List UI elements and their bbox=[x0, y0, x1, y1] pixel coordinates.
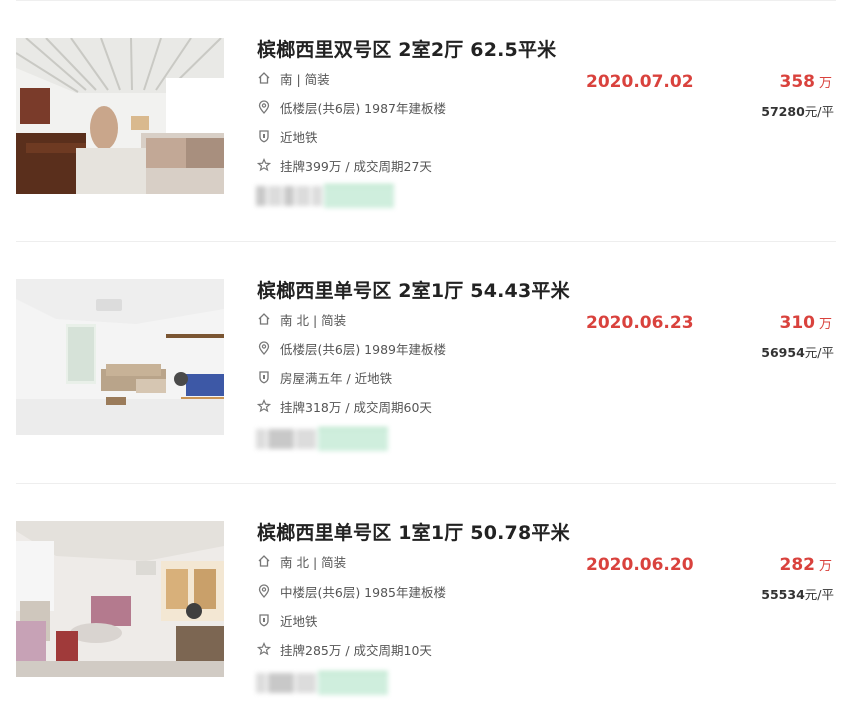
blurred-tag-area bbox=[256, 183, 416, 209]
listing-photo[interactable] bbox=[16, 38, 224, 194]
floor-text: 中楼层(共6层) 1985年建板楼 bbox=[280, 584, 446, 600]
house-icon bbox=[256, 70, 272, 86]
listing-photo[interactable] bbox=[16, 521, 224, 677]
orientation-text: 南 北 | 简装 bbox=[280, 312, 347, 328]
total-price-value: 282 bbox=[779, 555, 815, 575]
tags-row: 近地铁 bbox=[256, 611, 318, 629]
listing-card[interactable]: 槟榔西里双号区 2室2厅 62.5平米 南 | 简装 低楼层(共6层) 1987… bbox=[16, 0, 836, 242]
room-photo-image bbox=[16, 38, 224, 194]
unit-price-unit: 元/平 bbox=[804, 587, 834, 602]
star-icon bbox=[256, 398, 272, 414]
orientation-row: 南 北 | 简装 bbox=[256, 552, 346, 570]
orientation-row: 南 北 | 简装 bbox=[256, 310, 346, 328]
listing-title[interactable]: 槟榔西里单号区 1室1厅 50.78平米 bbox=[257, 518, 570, 545]
listing-title[interactable]: 槟榔西里单号区 2室1厅 54.43平米 bbox=[257, 276, 570, 303]
listing-card[interactable]: 槟榔西里单号区 1室1厅 50.78平米 南 北 | 简装 中楼层(共6层) 1… bbox=[16, 484, 836, 710]
blurred-tag-area bbox=[256, 426, 416, 452]
total-price: 282 万 bbox=[779, 555, 832, 575]
shield-icon bbox=[256, 369, 272, 385]
listing-photo[interactable] bbox=[16, 279, 224, 435]
total-price-unit: 万 bbox=[818, 317, 832, 332]
unit-price: 55534元/平 bbox=[761, 584, 834, 603]
blurred-tag-area bbox=[256, 670, 416, 696]
total-price-value: 358 bbox=[779, 72, 815, 92]
deal-date: 2020.06.23 bbox=[586, 313, 694, 333]
listing-info-text: 挂牌399万 / 成交周期27天 bbox=[280, 158, 432, 174]
total-price-unit: 万 bbox=[818, 76, 832, 91]
listing-info-text: 挂牌318万 / 成交周期60天 bbox=[280, 399, 432, 415]
unit-price: 57280元/平 bbox=[761, 101, 834, 120]
listing-title[interactable]: 槟榔西里双号区 2室2厅 62.5平米 bbox=[257, 35, 556, 62]
tags-text: 近地铁 bbox=[280, 613, 318, 629]
orientation-text: 南 北 | 简装 bbox=[280, 554, 347, 570]
listing-info-row: 挂牌318万 / 成交周期60天 bbox=[256, 397, 432, 415]
floor-row: 低楼层(共6层) 1987年建板楼 bbox=[256, 98, 446, 116]
floor-row: 低楼层(共6层) 1989年建板楼 bbox=[256, 339, 446, 357]
shield-icon bbox=[256, 612, 272, 628]
deal-date: 2020.06.20 bbox=[586, 555, 694, 575]
house-icon bbox=[256, 553, 272, 569]
total-price-unit: 万 bbox=[818, 559, 832, 574]
tags-text: 房屋满五年 / 近地铁 bbox=[280, 370, 393, 386]
total-price-value: 310 bbox=[779, 313, 815, 333]
tags-text: 近地铁 bbox=[280, 129, 318, 145]
house-icon bbox=[256, 311, 272, 327]
unit-price-unit: 元/平 bbox=[804, 104, 834, 119]
unit-price-value: 57280 bbox=[761, 104, 805, 119]
location-pin-icon bbox=[256, 340, 272, 356]
orientation-text: 南 | 简装 bbox=[280, 71, 330, 87]
unit-price-unit: 元/平 bbox=[804, 345, 834, 360]
star-icon bbox=[256, 157, 272, 173]
star-icon bbox=[256, 641, 272, 657]
listing-card[interactable]: 槟榔西里单号区 2室1厅 54.43平米 南 北 | 简装 低楼层(共6层) 1… bbox=[16, 242, 836, 484]
location-pin-icon bbox=[256, 99, 272, 115]
floor-row: 中楼层(共6层) 1985年建板楼 bbox=[256, 582, 446, 600]
orientation-row: 南 | 简装 bbox=[256, 69, 330, 87]
unit-price-value: 56954 bbox=[761, 345, 805, 360]
total-price: 358 万 bbox=[779, 72, 832, 92]
room-photo-image bbox=[16, 279, 224, 435]
room-photo-image bbox=[16, 521, 224, 677]
listing-info-row: 挂牌285万 / 成交周期10天 bbox=[256, 640, 432, 658]
tags-row: 房屋满五年 / 近地铁 bbox=[256, 368, 392, 386]
unit-price-value: 55534 bbox=[761, 587, 805, 602]
location-pin-icon bbox=[256, 583, 272, 599]
tags-row: 近地铁 bbox=[256, 127, 318, 145]
listing-info-text: 挂牌285万 / 成交周期10天 bbox=[280, 642, 432, 658]
deal-date: 2020.07.02 bbox=[586, 72, 694, 92]
unit-price: 56954元/平 bbox=[761, 342, 834, 361]
floor-text: 低楼层(共6层) 1989年建板楼 bbox=[280, 341, 446, 357]
shield-icon bbox=[256, 128, 272, 144]
total-price: 310 万 bbox=[779, 313, 832, 333]
listing-info-row: 挂牌399万 / 成交周期27天 bbox=[256, 156, 432, 174]
floor-text: 低楼层(共6层) 1987年建板楼 bbox=[280, 100, 446, 116]
